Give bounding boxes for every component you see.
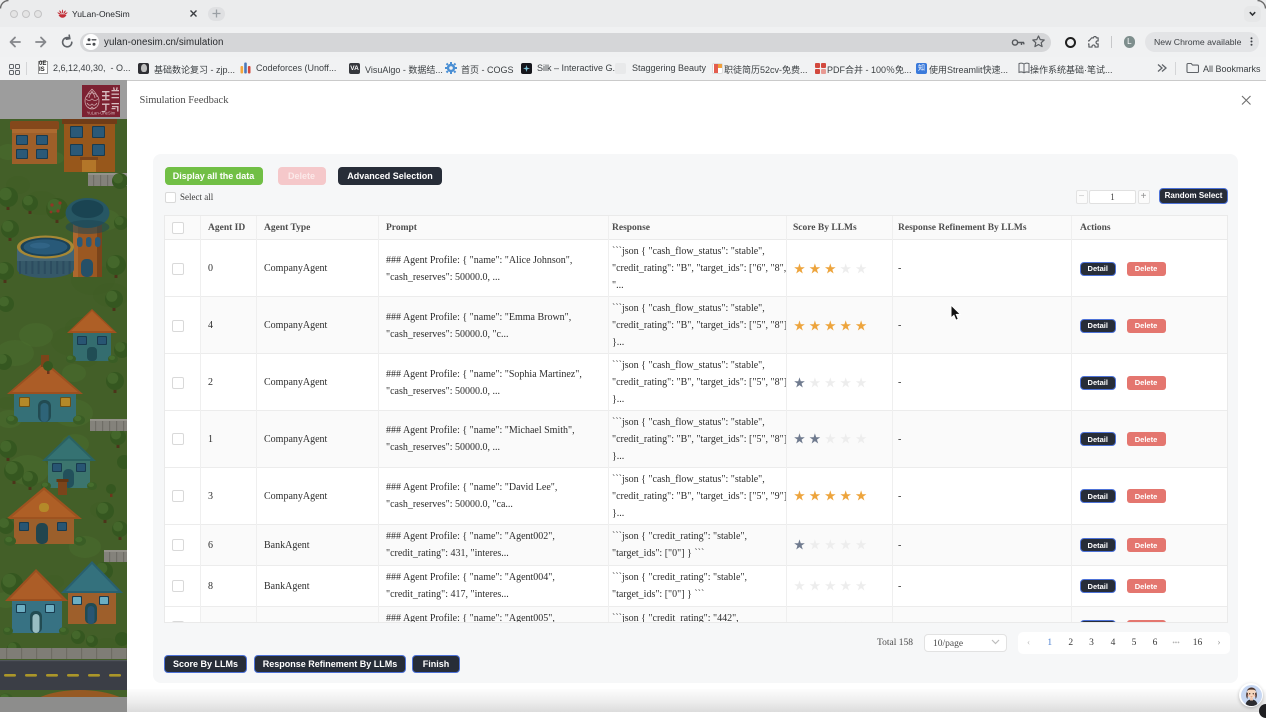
svg-text:YuLan-OneSim: YuLan-OneSim [87,110,116,115]
